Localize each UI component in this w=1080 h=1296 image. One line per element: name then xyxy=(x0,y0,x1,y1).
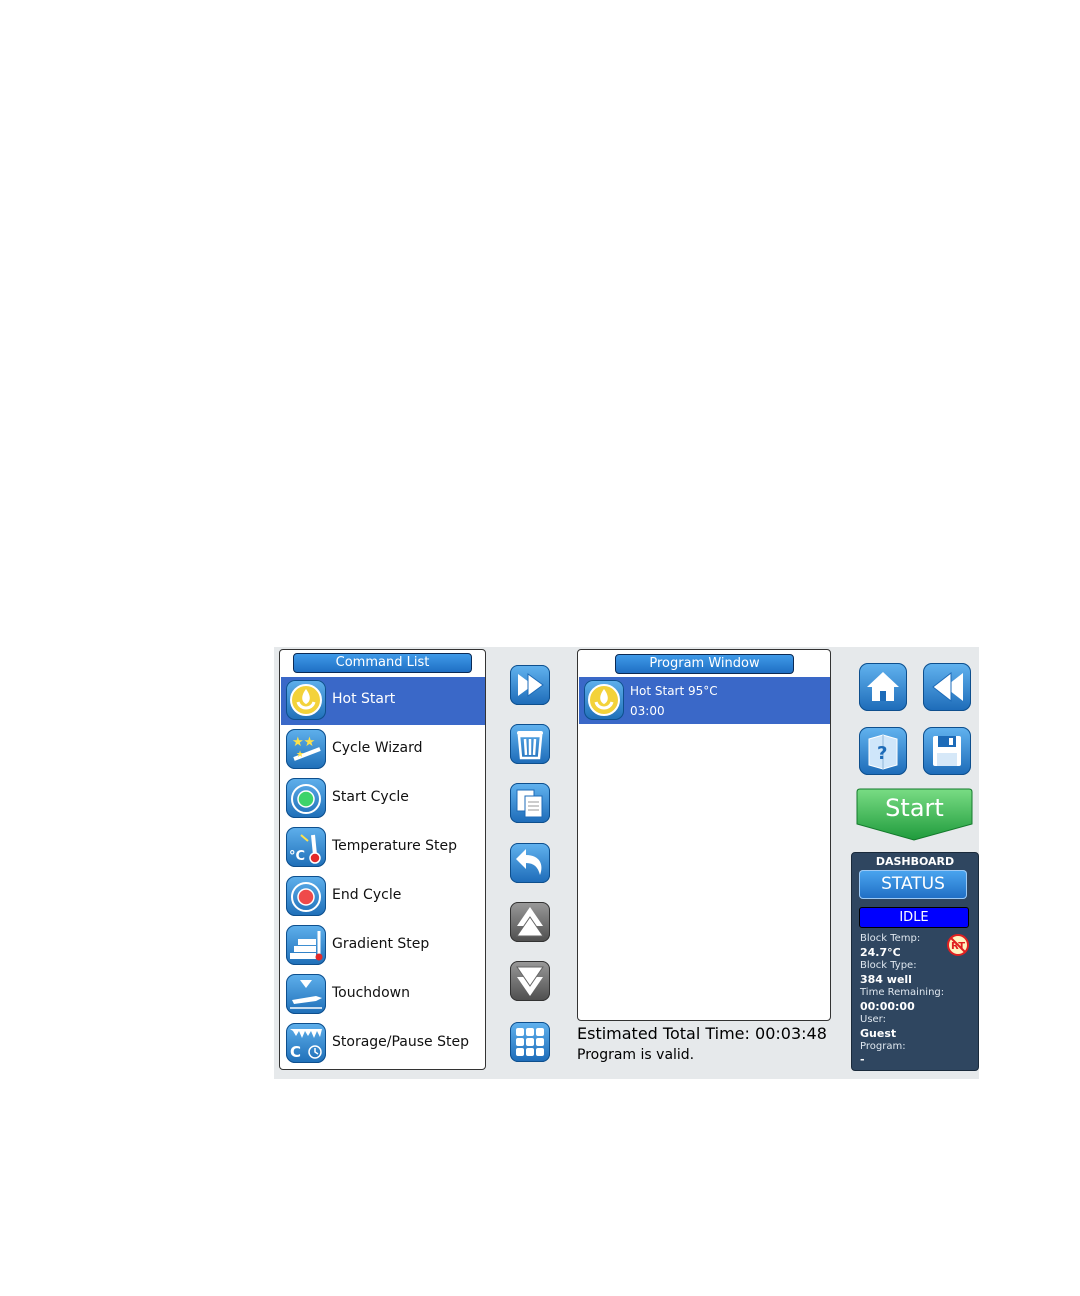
svg-text:C: C xyxy=(290,1043,301,1061)
program-window-panel: Program Window Hot Start 95°C 03:00 xyxy=(577,649,831,1021)
command-label: Storage/Pause Step xyxy=(332,1034,469,1050)
svg-text:?: ? xyxy=(877,743,887,764)
program-window-title: Program Window xyxy=(615,654,794,674)
home-button[interactable] xyxy=(859,663,907,711)
move-down-icon xyxy=(516,966,544,996)
help-button[interactable]: ? xyxy=(859,727,907,775)
flame-icon xyxy=(286,680,326,720)
move-down-button[interactable] xyxy=(510,961,550,1001)
svg-text:★★: ★★ xyxy=(292,735,315,750)
touchdown-icon xyxy=(286,974,326,1014)
floppy-icon xyxy=(933,736,961,766)
copy-icon xyxy=(516,789,543,818)
start-label: Start xyxy=(885,794,944,822)
command-start-cycle[interactable]: Start Cycle xyxy=(281,775,485,823)
delete-button[interactable] xyxy=(510,724,550,764)
program-step-title: Hot Start 95°C xyxy=(630,684,718,698)
svg-text:★: ★ xyxy=(296,750,304,760)
help-icon: ? xyxy=(868,734,898,770)
time-remaining-label: Time Remaining: xyxy=(860,987,945,998)
undo-button[interactable] xyxy=(510,843,550,883)
block-type-value: 384 well xyxy=(860,973,912,986)
command-list-title: Command List xyxy=(293,653,472,673)
user-value: Guest xyxy=(860,1027,897,1040)
estimated-time-label: Estimated Total Time: xyxy=(577,1024,750,1043)
command-list-panel: Command List Hot Start ★★ ★ Cycle Wizard … xyxy=(279,649,486,1070)
move-up-button[interactable] xyxy=(510,902,550,942)
red-circle-icon xyxy=(286,876,326,916)
estimated-total-time: Estimated Total Time: 00:03:48 xyxy=(577,1024,827,1043)
command-label: Gradient Step xyxy=(332,936,430,952)
thermometer-icon: °C xyxy=(286,827,326,867)
command-gradient-step[interactable]: Gradient Step xyxy=(281,922,485,970)
command-end-cycle[interactable]: End Cycle xyxy=(281,873,485,921)
gradient-icon xyxy=(286,925,326,965)
undo-icon xyxy=(516,849,542,875)
green-circle-icon xyxy=(286,778,326,818)
time-remaining-value: 00:00:00 xyxy=(860,1000,915,1013)
block-type-label: Block Type: xyxy=(860,960,917,971)
program-valid-message: Program is valid. xyxy=(577,1047,695,1063)
block-temp-value: 24.7°C xyxy=(860,946,901,959)
command-cycle-wizard[interactable]: ★★ ★ Cycle Wizard xyxy=(281,726,485,774)
save-button[interactable] xyxy=(923,727,971,775)
command-label: Start Cycle xyxy=(332,789,409,805)
command-hot-start[interactable]: Hot Start xyxy=(281,677,485,725)
keypad-button[interactable] xyxy=(510,1022,550,1062)
flame-icon xyxy=(584,680,624,720)
program-value: - xyxy=(860,1053,865,1066)
command-label: Cycle Wizard xyxy=(332,740,423,756)
copy-button[interactable] xyxy=(510,783,550,823)
move-up-icon xyxy=(516,907,544,937)
svg-text:°C: °C xyxy=(289,849,305,864)
start-button[interactable]: Start xyxy=(856,788,973,841)
add-to-program-button[interactable] xyxy=(510,665,550,705)
command-storage-pause-step[interactable]: C Storage/Pause Step xyxy=(281,1020,485,1068)
status-state: IDLE xyxy=(859,907,969,928)
keypad-icon xyxy=(516,1028,544,1056)
command-temperature-step[interactable]: °C Temperature Step xyxy=(281,824,485,872)
back-icon xyxy=(932,671,963,703)
program-step-time: 03:00 xyxy=(630,704,665,718)
dashboard-panel: DASHBOARD STATUS IDLE RT Block Temp: 24.… xyxy=(851,852,979,1071)
command-label: Temperature Step xyxy=(332,838,458,854)
add-icon xyxy=(518,673,544,697)
application-screen: Command List Hot Start ★★ ★ Cycle Wizard … xyxy=(274,647,979,1079)
home-icon xyxy=(867,672,899,701)
block-temp-label: Block Temp: xyxy=(860,933,921,944)
estimated-time-value: 00:03:48 xyxy=(755,1024,827,1043)
rt-badge-icon: RT xyxy=(947,934,969,956)
wand-icon: ★★ ★ xyxy=(286,729,326,769)
status-button[interactable]: STATUS xyxy=(859,870,967,899)
program-step-hot-start[interactable]: Hot Start 95°C 03:00 xyxy=(579,677,830,724)
back-button[interactable] xyxy=(923,663,971,711)
user-label: User: xyxy=(860,1014,886,1025)
command-touchdown[interactable]: Touchdown xyxy=(281,971,485,1019)
command-label: Hot Start xyxy=(332,691,396,707)
dashboard-title: DASHBOARD xyxy=(875,855,955,868)
command-label: Touchdown xyxy=(332,985,410,1001)
trash-icon xyxy=(517,731,543,760)
command-label: End Cycle xyxy=(332,887,402,903)
program-label: Program: xyxy=(860,1041,906,1052)
storage-icon: C xyxy=(286,1023,326,1063)
